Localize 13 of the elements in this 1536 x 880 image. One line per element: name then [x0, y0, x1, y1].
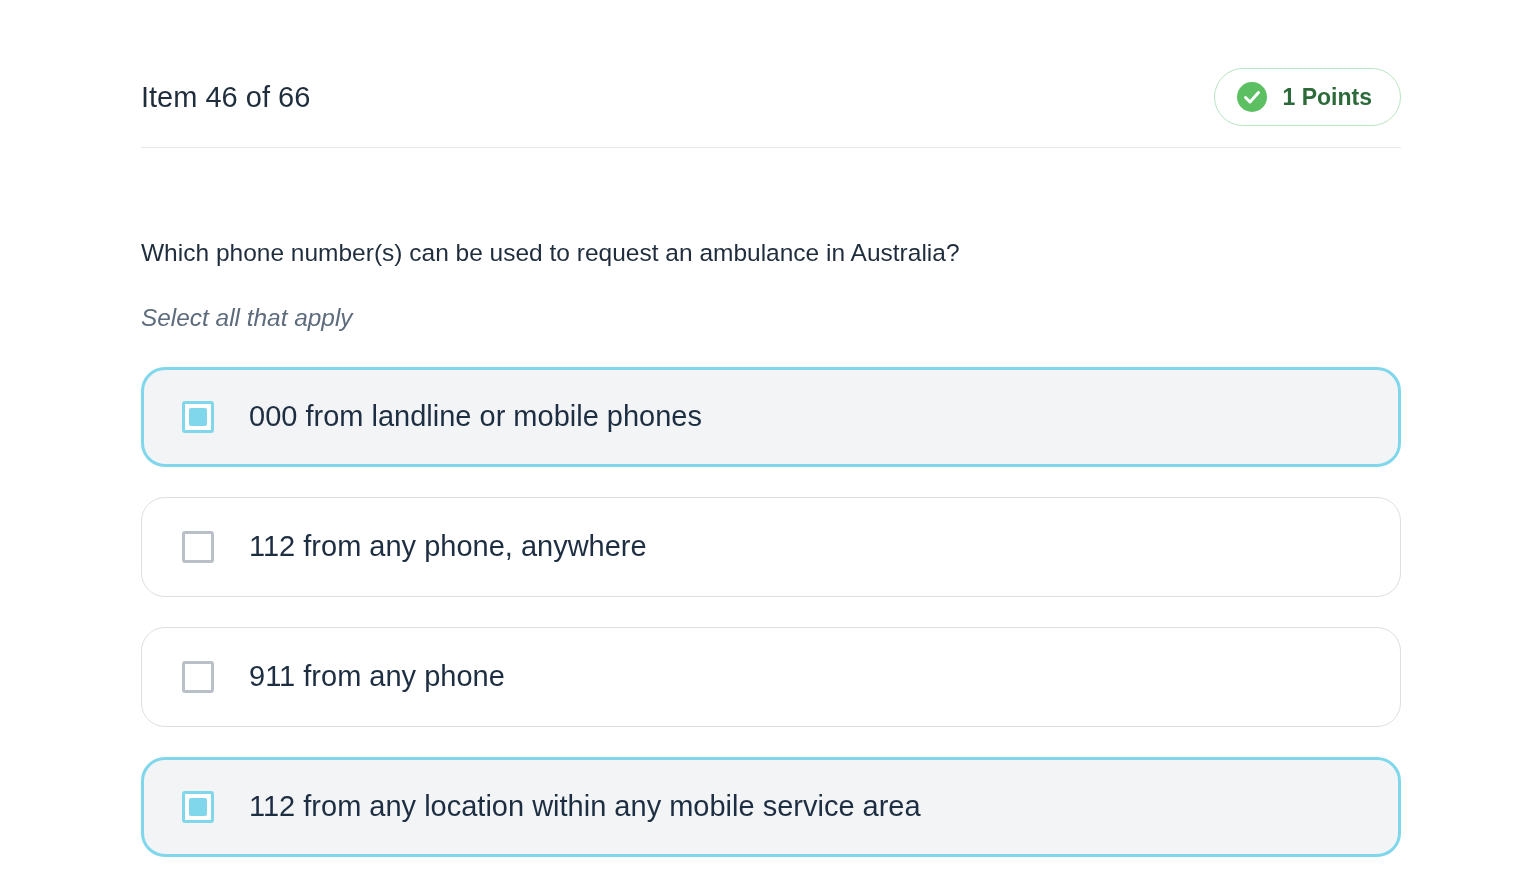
answer-option[interactable]: 000 from landline or mobile phones: [141, 367, 1401, 467]
instruction-text: Select all that apply: [141, 303, 355, 333]
check-circle-icon: [1236, 82, 1267, 112]
question-text: Which phone number(s) can be used to request an ambulance in Australia?: [141, 238, 961, 268]
answer-option[interactable]: 112 from any location within any mobile service area: [141, 757, 1401, 857]
answer-option[interactable]: 112 from any phone, anywhere: [141, 497, 1401, 597]
checkbox-checked[interactable]: [182, 791, 214, 823]
points-label: 1 Points: [1282, 82, 1372, 112]
checkbox[interactable]: [182, 531, 214, 563]
checkbox[interactable]: [182, 661, 214, 693]
item-counter: Item 46 of 66: [141, 79, 311, 115]
checkbox-checked[interactable]: [182, 401, 214, 433]
answer-option[interactable]: 911 from any phone: [141, 627, 1401, 727]
